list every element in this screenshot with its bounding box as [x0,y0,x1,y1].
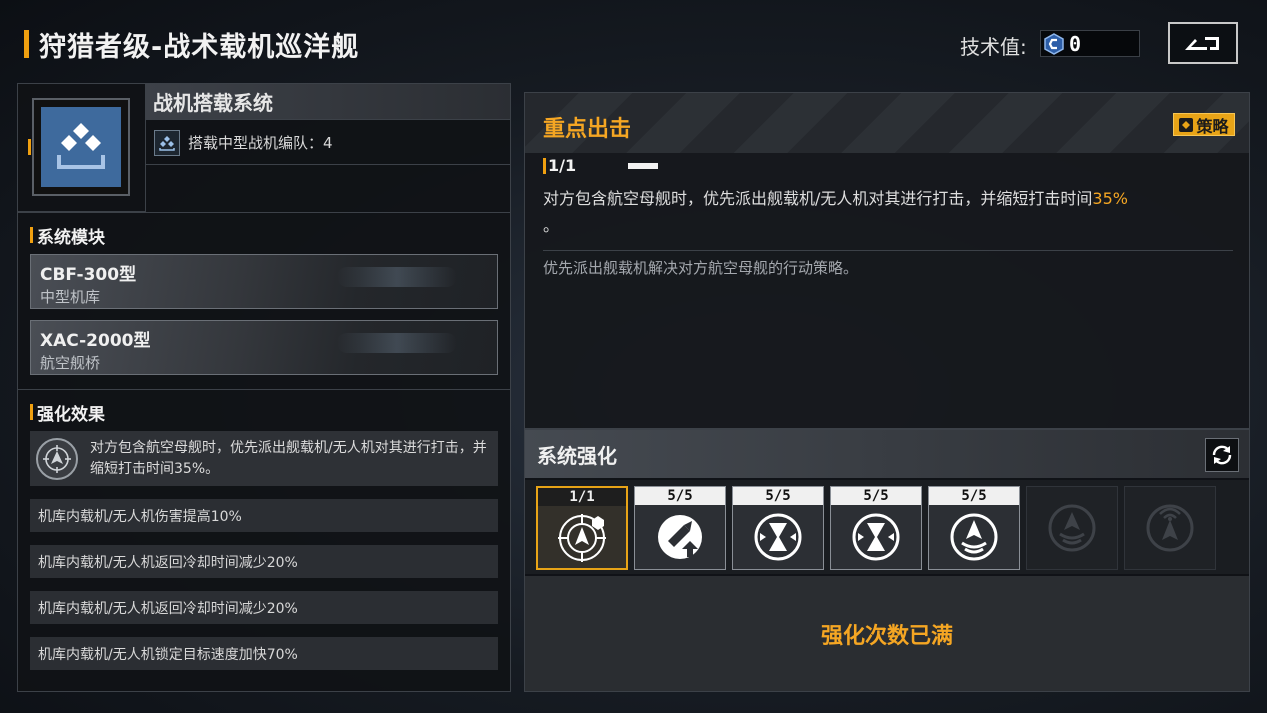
upgrade-slots-row: 1/1 5/5 5/5 5/5 5/5 [525,480,1249,574]
level-accent [543,157,546,174]
skill-level: 1/1 [548,156,577,175]
upgrade-slot-3[interactable]: 5/5 [732,486,824,570]
title-bar: 狩猎者级-战术载机巡洋舰 [24,26,360,63]
strategy-label: 策略 [1196,116,1229,136]
skill-desc-main: 对方包含航空母舰时，优先派出舰载机/无人机对其进行打击，并缩短打击时间 [543,189,1093,208]
upgrade-status-area: 强化次数已满 [525,576,1249,691]
refresh-icon [1212,445,1232,465]
module-card-xac2000[interactable]: XAC-2000型 航空舰桥 [30,320,498,375]
module-kind: 航空舰桥 [40,354,101,372]
effect-main-text: 对方包含航空母舰时，优先派出舰载机/无人机对其进行打击，并缩短打击时间35%。 [90,439,487,477]
effects-heading-text: 强化效果 [37,404,105,425]
upgrade-heading: 系统强化 [537,443,617,468]
effect-main-row: 对方包含航空母舰时，优先派出舰载机/无人机对其进行打击，并缩短打击时间35%。 [30,431,498,486]
level-progress-bar [628,162,659,169]
slot-count: 5/5 [635,487,725,505]
skill-description: 对方包含航空母舰时，优先派出舰载机/无人机对其进行打击，并缩短打击时间35% 。 [543,185,1239,239]
system-name-row: 战机搭载系统 [146,84,510,120]
upgrade-slot-6-locked[interactable] [1026,486,1118,570]
skill-header-bg [525,93,1249,153]
refresh-button[interactable] [1205,438,1239,472]
strategy-icon [1179,117,1194,132]
system-info-panel: 战机搭载系统 搭载中型战机编队：4 系统模块 CBF-300型 中型机库 XAC… [17,83,511,692]
page-title: 狩猎者级-战术载机巡洋舰 [39,31,360,63]
upgrade-slot-4[interactable]: 5/5 [830,486,922,570]
tech-point-icon [1044,32,1064,55]
upgrade-slot-2[interactable]: 5/5 [634,486,726,570]
cooldown-icon [754,513,802,561]
slot-count: 1/1 [538,488,626,506]
damage-up-icon [658,515,702,559]
system-icon [32,98,130,196]
upgrade-slot-7-locked[interactable] [1124,486,1216,570]
module-card-cbf300[interactable]: CBF-300型 中型机库 [30,254,498,309]
target-plane-icon [558,514,606,562]
hangar-icon [57,123,105,169]
effects-heading: 强化效果 [30,401,105,425]
system-detail-text: 搭载中型战机编队：4 [188,134,333,152]
lock-speed-icon [950,513,998,561]
heading-accent [30,404,33,420]
system-name: 战机搭载系统 [153,91,273,115]
slot-count: 5/5 [733,487,823,505]
divider [543,250,1233,251]
radar-plane-icon [1146,504,1194,552]
module-kind: 中型机库 [40,288,101,306]
slot-count: 5/5 [929,487,1019,505]
skill-title: 重点出击 [543,117,632,142]
target-plane-icon [36,437,78,480]
upgrade-max-message: 强化次数已满 [820,623,953,649]
skill-level-row: 1/1 [543,156,659,175]
modules-heading-text: 系统模块 [37,227,105,248]
slot-count: 5/5 [831,487,921,505]
tech-value-display: 0 [1040,30,1140,57]
skill-desc-end: 。 [543,216,560,235]
divider [18,212,510,213]
effect-row: 机库内载机/无人机伤害提高10% [30,499,498,532]
upgrade-slot-1[interactable]: 1/1 [536,486,628,570]
heading-accent [30,227,33,243]
system-icon-accent [28,139,31,155]
cooldown-icon [852,513,900,561]
skill-desc-highlight: 35% [1092,189,1128,208]
module-ghost-image [337,333,457,353]
system-detail-row: 搭载中型战机编队：4 [146,121,510,165]
title-accent-bar [24,30,29,58]
tech-value: 0 [1069,31,1082,56]
module-ghost-image [337,267,457,287]
divider [18,389,510,390]
effect-row: 机库内载机/无人机返回冷却时间减少20% [30,545,498,578]
back-button[interactable] [1168,22,1238,64]
upgrade-header: 系统强化 [525,430,1249,478]
upgrade-slot-5[interactable]: 5/5 [928,486,1020,570]
effect-row: 机库内载机/无人机锁定目标速度加快70% [30,637,498,670]
back-arrow-icon [1185,37,1219,50]
modules-heading: 系统模块 [30,224,105,248]
strategy-button[interactable]: 策略 [1173,113,1235,136]
signal-plane-icon [1048,504,1096,552]
system-upgrade-panel: 系统强化 1/1 5/5 5/5 5/5 5/5 强化次数已满 [524,429,1250,692]
skill-detail-panel: 重点出击 策略 1/1 对方包含航空母舰时，优先派出舰载机/无人机对其进行打击，… [524,92,1250,429]
effect-row: 机库内载机/无人机返回冷却时间减少20% [30,591,498,624]
system-icon-frame [18,84,146,212]
carrier-system-icon [41,107,121,187]
tech-value-label: 技术值: [960,35,1027,59]
fighter-squad-icon [154,129,180,156]
skill-flavor-text: 优先派出舰载机解决对方航空母舰的行动策略。 [543,259,859,277]
